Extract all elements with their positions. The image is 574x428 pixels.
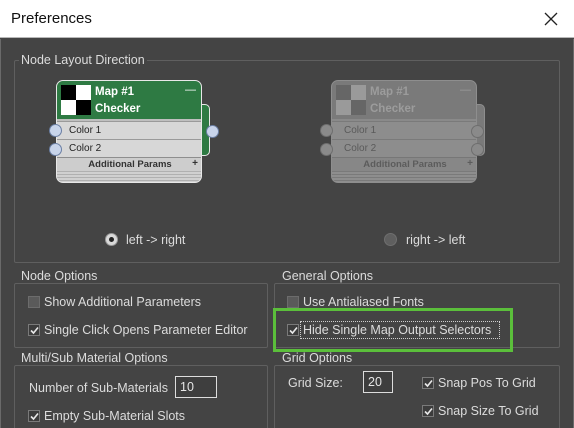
node-input-color2: Color 2	[332, 139, 476, 157]
node-additional-params: Additional Params +	[332, 157, 476, 171]
show-additional-checkbox[interactable]	[28, 296, 40, 308]
checkmark-icon	[289, 326, 298, 335]
node-header: Map #1 Checker —	[332, 81, 476, 119]
single-click-label[interactable]: Single Click Opens Parameter Editor	[44, 323, 248, 337]
node-params-expand-icon: +	[467, 158, 473, 169]
checker-thumbnail	[61, 85, 91, 115]
antialiased-label[interactable]: Use Antialiased Fonts	[303, 295, 424, 309]
node-map-type: Checker	[370, 103, 416, 115]
close-button[interactable]	[528, 0, 574, 38]
node-input-color1: Color 1	[57, 121, 201, 139]
node-footer	[332, 171, 476, 182]
node-input-color1: Color 1	[332, 121, 476, 139]
node-port-icon	[49, 124, 62, 137]
node-port-icon	[49, 143, 62, 156]
grid-options-title: Grid Options	[280, 351, 355, 365]
radio-right-left[interactable]	[384, 233, 397, 246]
snap-size-checkbox[interactable]	[422, 405, 434, 417]
empty-slots-label[interactable]: Empty Sub-Material Slots	[44, 409, 185, 423]
snap-size-label[interactable]: Snap Size To Grid	[438, 404, 539, 418]
node-layout-title: Node Layout Direction	[19, 53, 147, 67]
node-map-label: Map #1	[95, 86, 134, 98]
antialiased-checkbox[interactable]	[287, 296, 299, 308]
show-additional-label[interactable]: Show Additional Parameters	[44, 295, 201, 309]
node-port-icon	[206, 125, 219, 138]
node-map-type: Checker	[95, 103, 141, 115]
checker-thumbnail	[336, 85, 366, 115]
hide-selectors-checkbox[interactable]	[287, 324, 299, 336]
checkmark-icon	[30, 412, 39, 421]
node-header: Map #1 Checker —	[57, 81, 201, 119]
radio-right-left-label[interactable]: right -> left	[406, 233, 465, 247]
title-bar: Preferences	[0, 0, 574, 38]
node-collapse-icon: —	[185, 84, 196, 96]
node-preview-right-left: Map #1 Checker — Color 1 Color 2 Additio…	[320, 80, 485, 185]
checkmark-icon	[424, 407, 433, 416]
hide-selectors-label[interactable]: Hide Single Map Output Selectors	[303, 323, 491, 337]
general-options-title: General Options	[280, 269, 376, 283]
node-port-icon	[320, 143, 333, 156]
multi-sub-title: Multi/Sub Material Options	[19, 351, 170, 365]
node-additional-params: Additional Params +	[57, 157, 201, 171]
snap-pos-checkbox[interactable]	[422, 377, 434, 389]
empty-slots-checkbox[interactable]	[28, 410, 40, 422]
num-sub-materials-label: Number of Sub-Materials	[29, 381, 168, 395]
node-options-group	[14, 283, 268, 348]
num-sub-materials-input[interactable]: 10	[175, 376, 217, 398]
node-port-icon	[320, 124, 333, 137]
checkmark-icon	[30, 326, 39, 335]
grid-size-input[interactable]: 20	[363, 371, 393, 393]
grid-options-group	[274, 365, 560, 428]
node-params-expand-icon: +	[192, 158, 198, 169]
single-click-checkbox[interactable]	[28, 324, 40, 336]
node-port-icon	[471, 143, 484, 156]
radio-left-right-label[interactable]: left -> right	[126, 233, 185, 247]
node-options-title: Node Options	[19, 269, 100, 283]
node-port-icon	[471, 125, 484, 138]
grid-size-label: Grid Size:	[288, 376, 343, 390]
node-preview-left-right: Map #1 Checker — Color 1 Color 2 Additio…	[49, 80, 219, 185]
node-map-label: Map #1	[370, 86, 409, 98]
radio-left-right[interactable]	[105, 233, 118, 246]
node-input-color2: Color 2	[57, 139, 201, 157]
node-collapse-icon: —	[460, 84, 471, 96]
checkmark-icon	[424, 379, 433, 388]
window-title: Preferences	[11, 10, 92, 27]
snap-pos-label[interactable]: Snap Pos To Grid	[438, 376, 536, 390]
node-footer	[57, 171, 201, 182]
close-icon	[544, 12, 558, 26]
